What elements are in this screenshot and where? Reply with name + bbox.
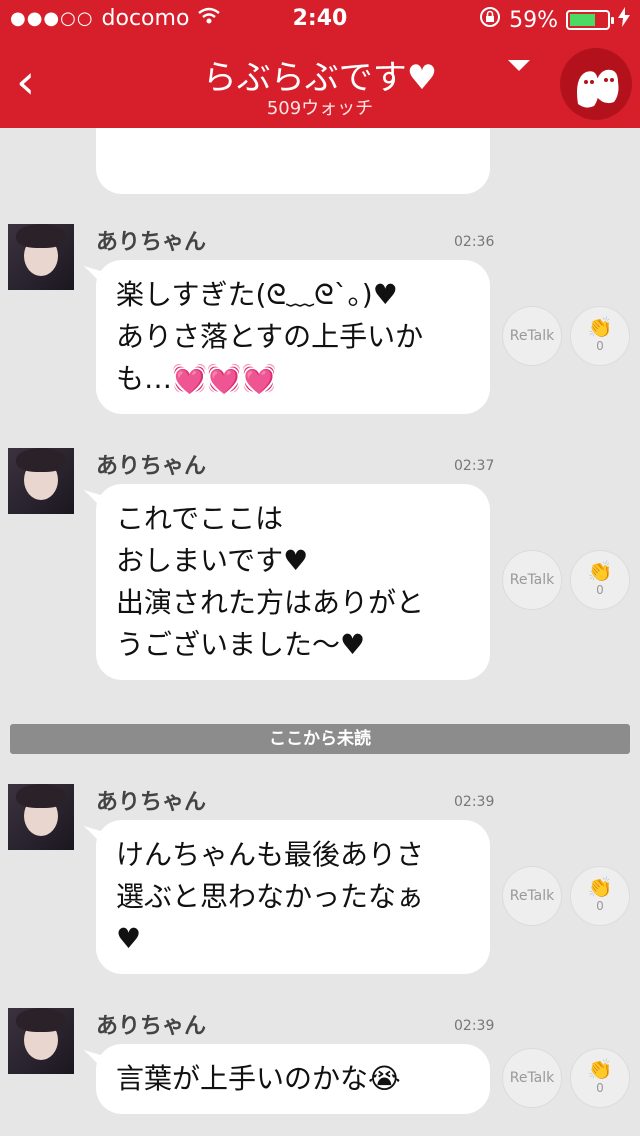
chat-area[interactable]: ありちゃん 02:36 楽しすぎた(ᘓ﹏ᘓ`｡)♥ ありさ落とすの上手いか も……	[0, 128, 640, 1136]
message-line: 言葉が上手いのかな😭	[116, 1062, 401, 1095]
message-line: うございました〜♥	[116, 628, 366, 661]
message-line: けんちゃんも最後ありさ	[116, 838, 425, 871]
message-line: おしまいです♥	[116, 544, 309, 577]
clap-icon: 👏	[587, 559, 613, 583]
sender-name: ありちゃん	[96, 790, 207, 815]
message-bubble[interactable]: 楽しすぎた(ᘓ﹏ᘓ`｡)♥ ありさ落とすの上手いか も…💓💓💓	[96, 260, 490, 414]
clap-icon: 👏	[587, 1057, 613, 1081]
retalk-button[interactable]: ReTalk	[502, 1048, 562, 1108]
status-bar: ●●●○○ docomo 2:40 59%	[0, 0, 640, 40]
avatar[interactable]	[8, 448, 74, 514]
ghost-mascot-icon[interactable]	[560, 48, 632, 120]
avatar[interactable]	[8, 784, 74, 850]
battery-percent: 59%	[509, 7, 558, 33]
message-time: 02:39	[454, 794, 495, 810]
message-line: 楽しすぎた(ᘓ﹏ᘓ`｡)♥	[116, 278, 398, 311]
message-time: 02:36	[454, 234, 495, 250]
message-bubble[interactable]: これでここは おしまいです♥ 出演された方はありがと うございました〜♥	[96, 484, 490, 680]
message-line: も…💓💓💓	[116, 362, 277, 395]
clap-count: 0	[596, 1081, 604, 1095]
clap-count: 0	[596, 339, 604, 353]
message-line: ♥	[116, 922, 142, 955]
message-bubble[interactable]: けんちゃんも最後ありさ 選ぶと思わなかったなぁ ♥	[96, 820, 490, 974]
sender-name: ありちゃん	[96, 454, 207, 479]
clap-button[interactable]: 👏 0	[570, 306, 630, 366]
message-bubble[interactable]: 言葉が上手いのかな😭	[96, 1044, 490, 1114]
message-line: 選ぶと思わなかったなぁ	[116, 880, 425, 913]
clap-button[interactable]: 👏 0	[570, 1048, 630, 1108]
sender-name: ありちゃん	[96, 230, 207, 255]
rotation-lock-icon	[479, 6, 501, 34]
clap-button[interactable]: 👏 0	[570, 866, 630, 926]
avatar[interactable]	[8, 1008, 74, 1074]
retalk-button[interactable]: ReTalk	[502, 866, 562, 926]
clap-count: 0	[596, 899, 604, 913]
sender-name: ありちゃん	[96, 1014, 207, 1039]
message-line: ありさ落とすの上手いか	[116, 320, 424, 353]
message-line: 出演された方はありがと	[116, 586, 425, 619]
app-header: ●●●○○ docomo 2:40 59% ‹ らぶらぶです♥ 509ウォッチ	[0, 0, 640, 128]
unread-divider: ここから未読	[10, 724, 630, 754]
charging-icon	[618, 7, 630, 33]
message-line: これでここは	[116, 502, 284, 535]
clap-icon: 👏	[587, 315, 613, 339]
retalk-button[interactable]: ReTalk	[502, 550, 562, 610]
clap-button[interactable]: 👏 0	[570, 550, 630, 610]
message-bubble-partial	[96, 128, 490, 194]
message-time: 02:39	[454, 1018, 495, 1034]
message-time: 02:37	[454, 458, 495, 474]
watch-count: 509ウォッチ	[266, 98, 374, 119]
clap-icon: 👏	[587, 875, 613, 899]
chevron-down-icon[interactable]	[508, 60, 530, 71]
room-title[interactable]: らぶらぶです♥	[0, 50, 640, 99]
retalk-button[interactable]: ReTalk	[502, 306, 562, 366]
clap-count: 0	[596, 583, 604, 597]
battery-icon	[566, 10, 614, 30]
avatar[interactable]	[8, 224, 74, 290]
